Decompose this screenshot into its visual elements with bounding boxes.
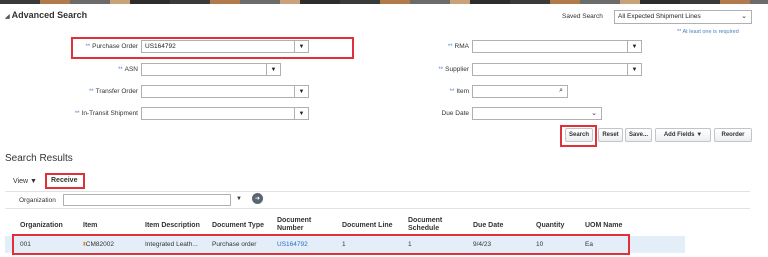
dropdown-arrow-icon[interactable]: ▼ [294,86,308,97]
chevron-down-icon: ⌄ [741,13,747,20]
dropdown-arrow-icon[interactable]: ▼ [266,64,280,75]
dropdown-arrow-icon[interactable]: ▼ [627,64,641,75]
reset-button[interactable]: Reset [598,128,623,142]
top-banner [0,0,768,4]
reorder-button[interactable]: Reorder [714,128,752,142]
rma-input[interactable]: ▼ [472,40,642,53]
search-results-title: Search Results [5,153,73,164]
receive-button-highlight [45,173,85,189]
dropdown-arrow-icon: ▼ [696,132,703,138]
add-fields-button[interactable]: Add Fields ▼ [655,128,711,142]
save-button[interactable]: Save... [625,128,652,142]
col-header-quantity[interactable]: Quantity [536,222,564,230]
due-date-label: Due Date [441,110,469,117]
search-button-highlight [560,125,597,147]
col-header-item[interactable]: Item [83,222,97,230]
col-header-due-date[interactable]: Due Date [473,222,503,230]
asn-label: ** ASN [117,66,138,73]
dropdown-arrow-icon[interactable]: ▼ [627,41,641,52]
in-transit-shipment-input[interactable]: ▼ [141,107,309,120]
supplier-input[interactable]: ▼ [472,63,642,76]
due-date-select[interactable]: ⌄ [472,107,602,120]
col-header-document-number[interactable]: Document Number [277,217,317,233]
organization-filter-label: Organization [19,197,56,204]
supplier-label: ** Supplier [438,66,469,73]
organization-filter-input[interactable] [63,194,231,206]
col-header-item-description[interactable]: Item Description [145,222,200,230]
col-header-uom-name[interactable]: UOM Name [585,222,622,230]
in-transit-shipment-label: ** In-Transit Shipment [74,110,138,117]
required-note: ** At least one is required [677,29,739,35]
rma-label: ** RMA [447,43,469,50]
saved-search-select[interactable]: All Expected Shipment Lines ⌄ [614,10,752,24]
saved-search-label: Saved Search [562,13,603,20]
col-header-document-line[interactable]: Document Line [342,222,393,230]
purchase-order-highlight [71,37,354,59]
item-input[interactable]: ⌕ [472,85,568,98]
col-header-document-type[interactable]: Document Type [212,222,264,230]
dropdown-arrow-icon[interactable]: ▼ [236,196,242,202]
row-highlight [12,234,630,255]
chevron-down-icon: ⌄ [591,110,597,117]
asn-input[interactable]: ▼ [141,63,281,76]
item-label: ** Item [449,88,469,95]
col-header-document-schedule[interactable]: Document Schedule [408,217,450,233]
view-menu[interactable]: View ▼ [13,178,37,185]
col-header-organization[interactable]: Organization [20,222,63,230]
transfer-order-input[interactable]: ▼ [141,85,309,98]
dropdown-arrow-icon[interactable]: ▼ [294,108,308,119]
page-title[interactable]: ◢ Advanced Search [5,10,87,20]
go-arrow-icon[interactable]: ➜ [252,193,263,204]
transfer-order-label: ** Transfer Order [88,88,138,95]
dropdown-arrow-icon: ▼ [30,178,37,185]
search-icon[interactable]: ⌕ [559,87,563,95]
collapse-triangle-icon: ◢ [5,14,10,20]
